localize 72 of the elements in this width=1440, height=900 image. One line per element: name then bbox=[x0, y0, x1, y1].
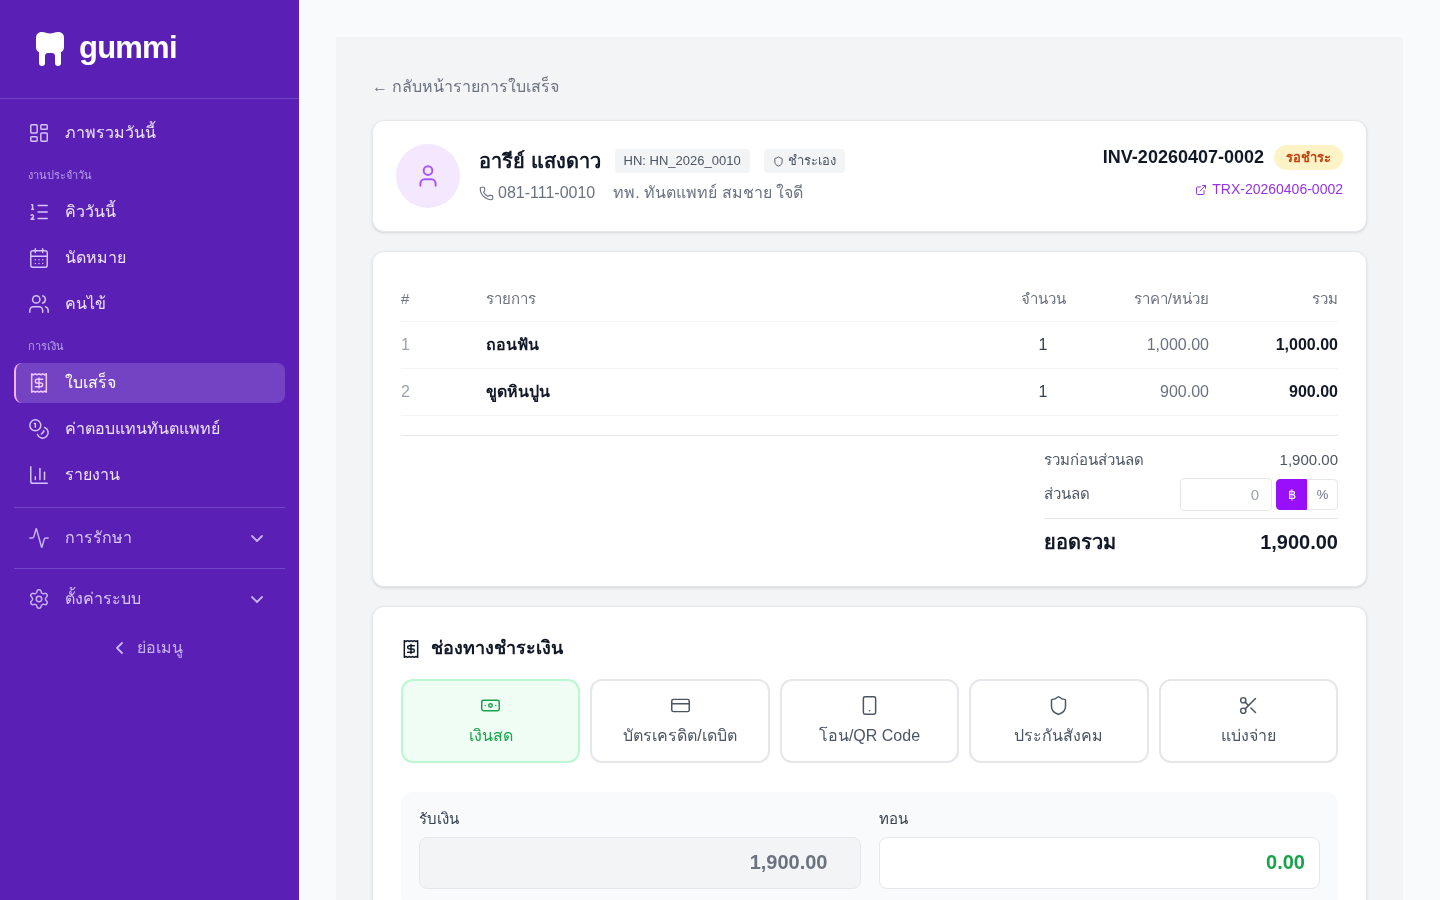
table-cell-text: 900.00 bbox=[1159, 382, 1209, 402]
change-input[interactable]: 0.00 bbox=[878, 836, 1320, 889]
column-header: รายการ bbox=[486, 288, 537, 309]
doctor-name: ทพ. ทันตแพทย์ สมชาย ใจดี bbox=[613, 182, 804, 203]
shield-icon bbox=[772, 155, 784, 167]
total-value: 1,900.00 bbox=[1260, 530, 1338, 555]
payment-method-option[interactable]: บัตรเครดิต/เดบิต bbox=[590, 679, 770, 763]
column-header: # bbox=[401, 288, 411, 309]
discount-label: ส่วนลด bbox=[1044, 484, 1090, 505]
tooth-logo-icon bbox=[36, 32, 64, 66]
users-icon bbox=[28, 293, 50, 315]
table-cell-text: ถอนฟัน bbox=[486, 335, 540, 355]
external-link-icon bbox=[1195, 183, 1208, 196]
column-header: ราคา/หน่วย bbox=[1132, 288, 1209, 309]
table-cell-text: ขูดหินปูน bbox=[486, 382, 551, 404]
coins-icon bbox=[28, 418, 50, 440]
chevron-down-icon bbox=[251, 534, 263, 542]
nav-item[interactable]: นัดหมาย bbox=[14, 238, 285, 278]
nav-item[interactable]: ค่าตอบแทนทันตแพทย์ bbox=[14, 409, 285, 449]
receipt-icon bbox=[28, 372, 50, 394]
discount-unit-toggle[interactable]: % bbox=[1307, 479, 1338, 510]
table-cell-text: 2 bbox=[401, 382, 411, 402]
transaction-link[interactable]: TRX-20260406-0002 bbox=[1195, 179, 1343, 200]
invoice-number: INV-20260407-0002 bbox=[1102, 146, 1264, 169]
nav-group-toggle[interactable]: ตั้งค่าระบบ bbox=[14, 575, 285, 623]
column-header: รวม bbox=[1311, 288, 1338, 309]
nav-item[interactable]: ภาพรวมวันนี้ bbox=[14, 113, 285, 153]
nav-section-label: งานประจำวัน bbox=[28, 168, 92, 183]
column-header: จำนวน bbox=[1019, 288, 1067, 309]
payment-title: ช่องทางชำระเงิน bbox=[431, 637, 563, 660]
back-link[interactable]: ← กลับหน้ารายการใบเสร็จ bbox=[372, 75, 560, 99]
nav-item[interactable]: คนไข้ bbox=[14, 284, 285, 324]
nav-group-toggle[interactable]: การรักษา bbox=[14, 514, 285, 562]
calendar-icon bbox=[28, 247, 50, 269]
receipt-icon bbox=[401, 638, 421, 659]
total-label: ยอดรวม bbox=[1044, 530, 1116, 555]
table-cell-text: 1,000.00 bbox=[1274, 335, 1338, 355]
patient-name: อารีย์ แสงดาว bbox=[479, 149, 601, 174]
nav-item[interactable]: ใบเสร็จ bbox=[14, 363, 285, 403]
hn-tag: HN: HN_2026_0010 bbox=[614, 149, 750, 173]
discount-unit-toggle[interactable]: ฿ bbox=[1276, 479, 1307, 510]
subtotal-label: รวมก่อนส่วนลด bbox=[1044, 449, 1144, 470]
collapse-menu-button[interactable]: ย่อเมนู bbox=[14, 629, 285, 667]
table-cell-text: 1,000.00 bbox=[1145, 335, 1209, 355]
payment-method-option[interactable]: เงินสด bbox=[401, 679, 581, 763]
phone-number: 081-111-0010 bbox=[498, 183, 596, 203]
table-cell-text: 1 bbox=[401, 335, 411, 355]
chevron-left-icon bbox=[116, 642, 123, 654]
payer-tag: ชำระเอง bbox=[763, 149, 845, 173]
received-label: รับเงิน bbox=[419, 809, 460, 829]
numbered-list-icon bbox=[28, 201, 50, 223]
scissors-icon bbox=[1237, 694, 1259, 716]
discount-input[interactable]: 0 bbox=[1180, 478, 1272, 511]
dashboard-grid-icon bbox=[28, 122, 50, 144]
nav-section-label: การเงิน bbox=[28, 339, 64, 354]
table-cell-text: 1 bbox=[1037, 382, 1049, 402]
status-badge: รอชำระ bbox=[1274, 144, 1343, 171]
subtotal-value: 1,900.00 bbox=[1279, 449, 1338, 470]
nav-item[interactable]: คิววันนี้ bbox=[14, 192, 285, 232]
phone-icon bbox=[479, 185, 494, 201]
chevron-down-icon bbox=[251, 595, 263, 603]
bar-chart-icon bbox=[28, 464, 50, 486]
logo-wordmark: gummi bbox=[79, 31, 177, 67]
table-cell-text: 900.00 bbox=[1288, 382, 1338, 402]
change-label: ทอน bbox=[878, 809, 909, 829]
payment-method-option[interactable]: โอน/QR Code bbox=[779, 679, 960, 763]
settings-icon bbox=[28, 588, 50, 610]
table-cell-text: 1 bbox=[1037, 335, 1049, 355]
payment-method-option[interactable]: ประกันสังคม bbox=[969, 679, 1149, 763]
nav-item[interactable]: รายงาน bbox=[14, 455, 285, 495]
payment-method-option[interactable]: แบ่งจ่าย bbox=[1158, 679, 1338, 763]
pulse-icon bbox=[28, 527, 50, 549]
